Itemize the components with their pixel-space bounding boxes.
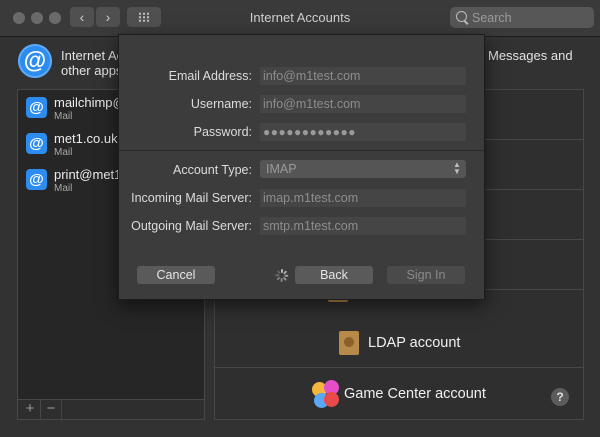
header-description-right: Messages and: [488, 48, 573, 63]
title-bar: ‹ › Internet Accounts: [0, 0, 600, 37]
account-type: Mail: [54, 111, 73, 122]
mail-account-icon: @: [26, 133, 47, 154]
email-address-field[interactable]: info@m1test.com: [260, 67, 466, 85]
account-name: print@met1.: [54, 167, 125, 182]
search-input[interactable]: [472, 7, 587, 28]
outgoing-server-field[interactable]: smtp.m1test.com: [260, 217, 466, 235]
game-center-account-label: Game Center account: [344, 386, 486, 402]
divider: [119, 150, 484, 151]
incoming-server-label: Incoming Mail Server:: [131, 191, 252, 205]
password-label: Password:: [193, 125, 252, 139]
header-description-line1: Internet Ac: [61, 48, 124, 63]
outgoing-server-label: Outgoing Mail Server:: [131, 219, 252, 233]
account-type-label: Account Type:: [173, 163, 252, 177]
incoming-server-field[interactable]: imap.m1test.com: [260, 189, 466, 207]
remove-account-button[interactable]: −: [41, 400, 62, 419]
account-type-value: IMAP: [266, 162, 297, 176]
updown-chevron-icon: ▲ ▼: [453, 160, 461, 176]
ldap-icon: [339, 331, 359, 355]
help-button[interactable]: ?: [551, 388, 569, 406]
search-field[interactable]: [450, 7, 594, 28]
search-icon: [456, 11, 467, 22]
mail-account-icon: @: [26, 97, 47, 118]
header-description-line2: other apps: [61, 63, 123, 78]
list-toolbar: + −: [17, 400, 205, 420]
add-account-button[interactable]: +: [20, 400, 41, 419]
account-type: Mail: [54, 183, 73, 194]
account-name: met1.co.uk: [54, 131, 118, 146]
internet-accounts-icon: @: [18, 44, 52, 78]
email-address-label: Email Address:: [168, 69, 252, 83]
account-setup-sheet: Email Address: info@m1test.com Username:…: [118, 34, 485, 300]
mail-account-icon: @: [26, 169, 47, 190]
game-center-icon: [312, 380, 340, 408]
loading-spinner-icon: [275, 269, 289, 282]
account-type-select[interactable]: IMAP ▲ ▼: [260, 160, 466, 178]
back-button[interactable]: Back: [295, 266, 373, 284]
ldap-account-label: LDAP account: [368, 335, 461, 351]
cancel-button[interactable]: Cancel: [137, 266, 215, 284]
username-label: Username:: [190, 97, 252, 111]
sign-in-button[interactable]: Sign In: [387, 266, 465, 284]
account-name: mailchimp@: [54, 95, 126, 110]
password-field[interactable]: ●●●●●●●●●●●●: [260, 123, 466, 141]
account-type: Mail: [54, 147, 73, 158]
username-field[interactable]: info@m1test.com: [260, 95, 466, 113]
